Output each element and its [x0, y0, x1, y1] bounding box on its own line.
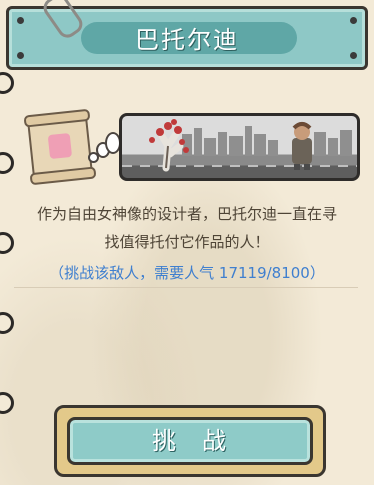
scroll-seal	[47, 132, 73, 160]
city-skyline-illustration	[122, 119, 357, 172]
challenge-button-label: 挑战	[152, 427, 252, 455]
challenge-requirement: （挑战该敌人，需要人气 17119/8100）	[49, 264, 325, 282]
dialog-panel: 巴托尔迪 作为自由女神像的设计者，巴托尔迪一直在寻 找值得托付它作品的人！ （挑…	[0, 0, 374, 485]
challenge-button-frame: 挑战	[54, 405, 326, 477]
divider	[14, 287, 358, 288]
scroll-icon	[26, 113, 94, 181]
binder-ring	[0, 152, 14, 174]
enemy-description-line-1: 作为自由女神像的设计者，巴托尔迪一直在寻	[36, 205, 337, 223]
binder-ring	[0, 312, 14, 334]
challenge-button[interactable]: 挑战	[67, 417, 313, 465]
enemy-scene-image	[119, 113, 360, 181]
binder-ring	[0, 72, 14, 94]
enemy-description-line-2: 找值得托付它作品的人！	[104, 233, 270, 251]
binder-ring	[0, 392, 14, 414]
